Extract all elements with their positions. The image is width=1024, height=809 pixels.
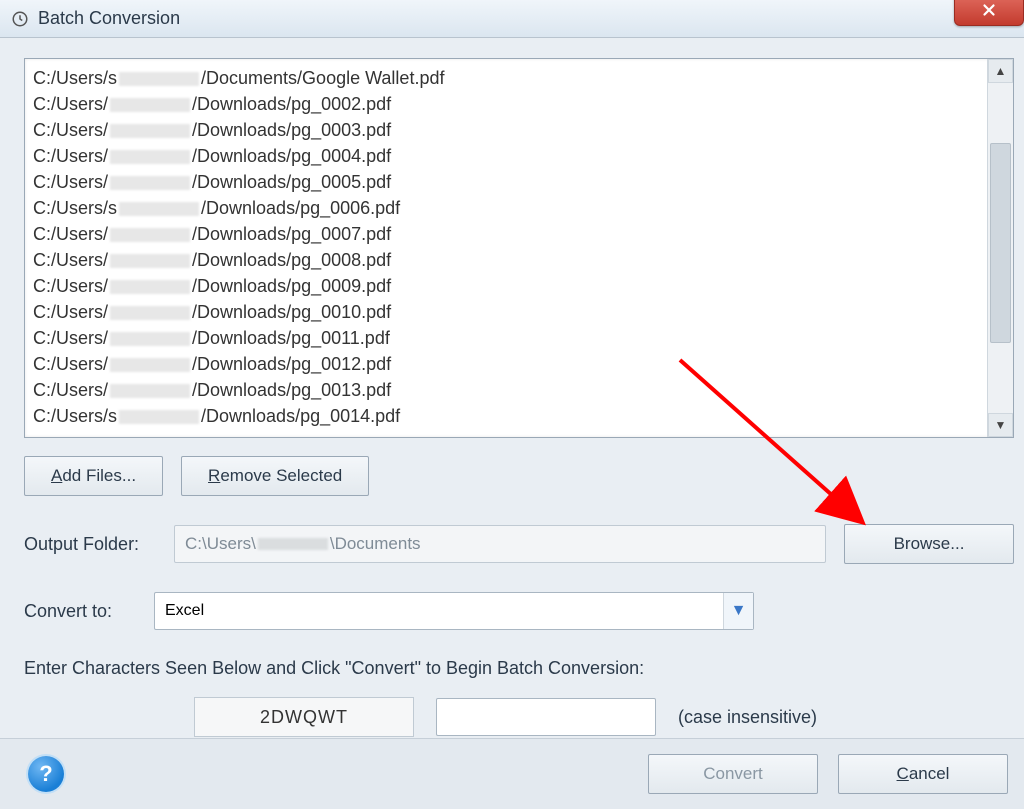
- file-list-item[interactable]: C:/Users//Downloads/pg_0003.pdf: [33, 117, 979, 143]
- redacted-text: [110, 332, 190, 346]
- window-title: Batch Conversion: [38, 8, 180, 29]
- file-list-item[interactable]: C:/Users/s/Downloads/pg_0014.pdf: [33, 403, 979, 429]
- scroll-track[interactable]: [988, 83, 1013, 413]
- app-icon: [10, 9, 30, 29]
- file-list-item[interactable]: C:/Users//Downloads/pg_0011.pdf: [33, 325, 979, 351]
- file-list-item[interactable]: C:/Users//Downloads/pg_0004.pdf: [33, 143, 979, 169]
- redacted-text: [258, 538, 328, 550]
- batch-conversion-dialog: Batch Conversion C:/Users/s/Documents/Go…: [0, 0, 1024, 809]
- captcha-code: 2DWQWT: [194, 697, 414, 737]
- file-list-item[interactable]: C:/Users//Downloads/pg_0002.pdf: [33, 91, 979, 117]
- file-list-item[interactable]: C:/Users//Downloads/pg_0009.pdf: [33, 273, 979, 299]
- convert-to-label: Convert to:: [24, 601, 154, 622]
- dialog-footer: ? Convert Cancel: [0, 739, 1024, 809]
- scroll-thumb[interactable]: [990, 143, 1011, 343]
- browse-button[interactable]: Browse...: [844, 524, 1014, 564]
- convert-to-value: Excel: [165, 602, 204, 620]
- redacted-text: [110, 358, 190, 372]
- file-list-item[interactable]: C:/Users/s/Downloads/pg_0006.pdf: [33, 195, 979, 221]
- cancel-button[interactable]: Cancel: [838, 754, 1008, 794]
- redacted-text: [119, 410, 199, 424]
- redacted-text: [110, 150, 190, 164]
- captcha-instruction: Enter Characters Seen Below and Click "C…: [24, 658, 1014, 679]
- file-list-item[interactable]: C:/Users//Downloads/pg_0012.pdf: [33, 351, 979, 377]
- captcha-note: (case insensitive): [678, 707, 817, 728]
- redacted-text: [119, 202, 199, 216]
- scroll-down-button[interactable]: ▼: [988, 413, 1013, 437]
- file-list-item[interactable]: C:/Users/s/Documents/Google Wallet.pdf: [33, 65, 979, 91]
- output-folder-field: C:\Users\\Documents: [174, 525, 826, 563]
- file-list-item[interactable]: C:/Users//Downloads/pg_0008.pdf: [33, 247, 979, 273]
- help-icon[interactable]: ?: [28, 756, 64, 792]
- vertical-scrollbar[interactable]: ▲ ▼: [987, 59, 1013, 437]
- redacted-text: [110, 384, 190, 398]
- redacted-text: [110, 306, 190, 320]
- redacted-text: [110, 254, 190, 268]
- titlebar: Batch Conversion: [0, 0, 1024, 38]
- file-list-item[interactable]: C:/Users//Downloads/pg_0010.pdf: [33, 299, 979, 325]
- captcha-input[interactable]: [436, 698, 656, 736]
- chevron-down-icon[interactable]: ▼: [723, 593, 753, 629]
- redacted-text: [110, 124, 190, 138]
- convert-button[interactable]: Convert: [648, 754, 818, 794]
- add-files-button[interactable]: Add Files...: [24, 456, 163, 496]
- output-folder-label: Output Folder:: [24, 534, 174, 555]
- file-list[interactable]: C:/Users/s/Documents/Google Wallet.pdfC:…: [24, 58, 1014, 438]
- remove-selected-button[interactable]: Remove Selected: [181, 456, 369, 496]
- redacted-text: [110, 98, 190, 112]
- file-list-item[interactable]: C:/Users//Downloads/pg_0005.pdf: [33, 169, 979, 195]
- file-list-item[interactable]: C:/Users//Downloads/pg_0007.pdf: [33, 221, 979, 247]
- redacted-text: [110, 280, 190, 294]
- redacted-text: [119, 72, 199, 86]
- scroll-up-button[interactable]: ▲: [988, 59, 1013, 83]
- redacted-text: [110, 228, 190, 242]
- convert-to-select[interactable]: Excel ▼: [154, 592, 754, 630]
- close-button[interactable]: [954, 0, 1024, 26]
- file-list-item[interactable]: C:/Users//Downloads/pg_0013.pdf: [33, 377, 979, 403]
- redacted-text: [110, 176, 190, 190]
